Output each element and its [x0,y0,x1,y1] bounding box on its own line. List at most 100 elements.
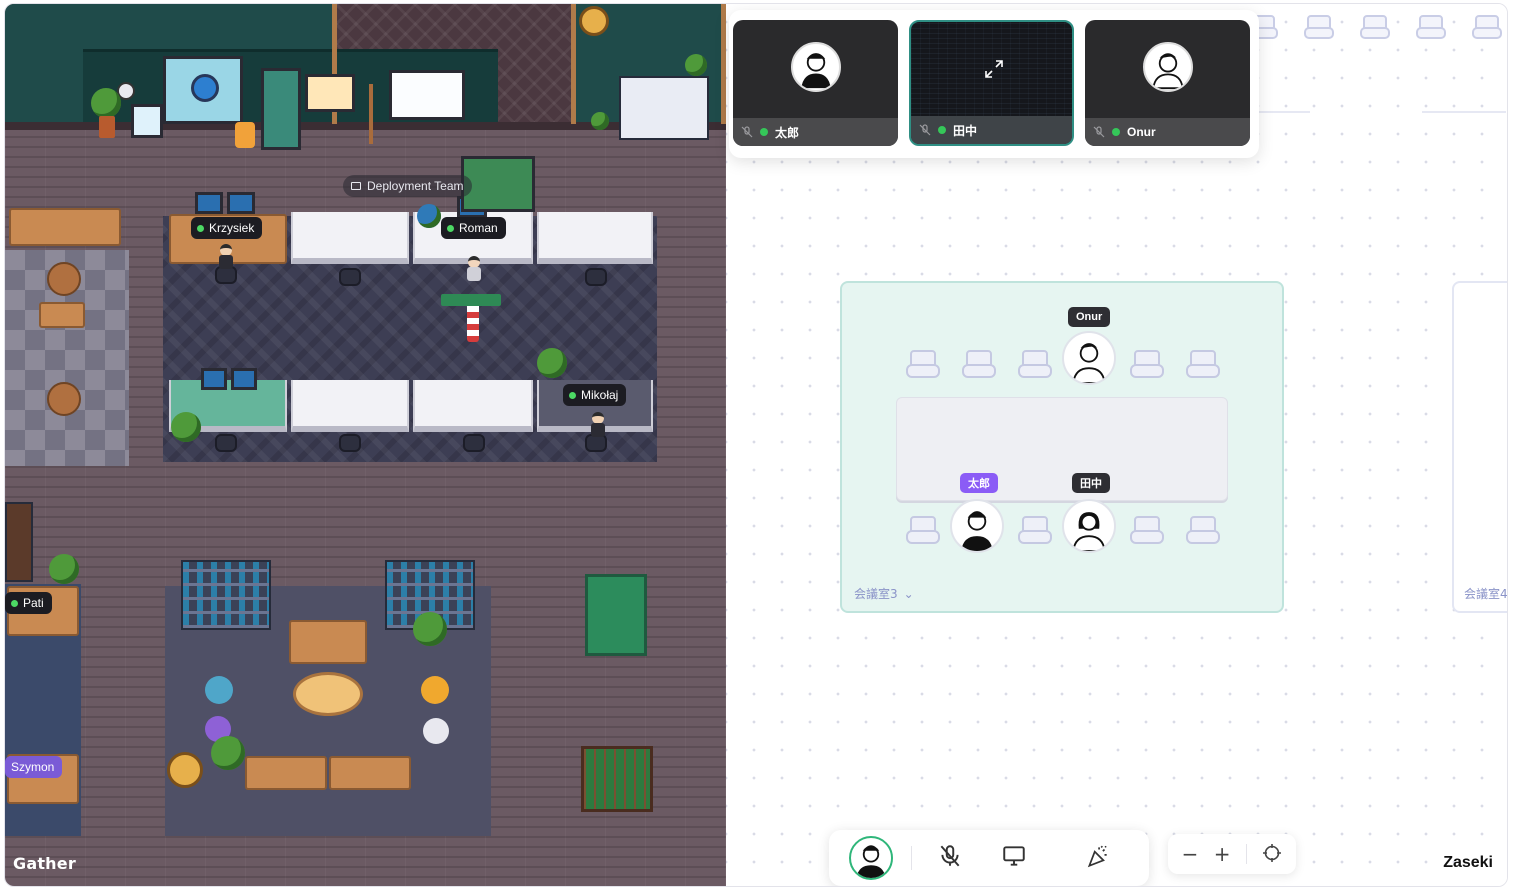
player-avatar[interactable] [465,256,483,282]
seat-icon[interactable] [1016,345,1054,383]
mic-off-icon [919,124,931,136]
office-chair[interactable] [339,268,361,286]
online-status-icon [938,126,946,134]
my-avatar-button[interactable] [849,836,893,880]
beanbag [421,676,449,704]
plant [91,88,121,118]
seated-user-avatar[interactable] [1062,499,1116,553]
app-frame: Deployment Team Krzysiek Roman Mikołaj P… [4,3,1508,887]
desk[interactable] [537,212,653,264]
foosball-table[interactable] [581,746,653,812]
beam [571,4,576,124]
video-tile[interactable]: Onur [1085,20,1250,146]
seated-user-label: 田中 [1072,473,1110,493]
seat-icon[interactable] [904,345,942,383]
divider [1245,844,1247,864]
video-tile[interactable]: 太郎 [733,20,898,146]
screen-share-button[interactable] [994,838,1034,878]
desk[interactable] [291,380,409,432]
expand-icon[interactable] [983,58,1005,80]
video-tile-name: 田中 [953,123,978,138]
player-avatar[interactable] [217,244,235,270]
ping-pong-table[interactable] [585,574,647,656]
mic-off-icon [937,843,963,873]
office-chair[interactable] [585,268,607,286]
screen-share-icon [1001,843,1027,873]
zaseki-canvas[interactable]: 太郎 田中 Onur Onur 太郎 田中 会議室3 ⌄ 会議室4 − + Za… [726,4,1507,886]
sofa [9,208,121,246]
seat-icon[interactable] [1184,511,1222,549]
zoom-in-button[interactable]: + [1214,844,1231,864]
online-status-icon [760,128,768,136]
player-avatar[interactable] [589,412,607,438]
office-chair[interactable] [215,434,237,452]
desk[interactable] [413,380,533,432]
player-tag-szymon[interactable]: Szymon [5,756,63,778]
sofa [329,756,411,790]
divider [911,846,912,870]
seated-user-avatar[interactable] [950,499,1004,553]
seat-icon[interactable] [904,511,942,549]
sofa [245,756,327,790]
seat-icon[interactable] [1128,511,1166,549]
seat-icon[interactable] [1016,511,1054,549]
player-tag-pati[interactable]: Pati [5,592,52,614]
plant [413,612,447,646]
zoom-controls: − + [1168,834,1296,874]
round-table [47,262,81,296]
desk[interactable] [291,212,409,264]
lamp [235,122,255,148]
plant [685,54,707,76]
room-name-dropdown[interactable]: 会議室3 ⌄ [854,585,914,602]
seat-icon[interactable] [1358,10,1392,44]
room-name: 会議室3 [854,587,898,601]
recenter-icon[interactable] [1262,843,1282,866]
seat-icon[interactable] [1184,345,1222,383]
office-chair[interactable] [339,434,361,452]
room-border-line [1422,111,1506,113]
online-status-icon [11,599,18,607]
mic-toggle-button[interactable] [930,838,970,878]
poster [305,74,355,112]
player-tag-krzysiek[interactable]: Krzysiek [191,217,263,239]
zoom-out-button[interactable]: − [1182,844,1199,864]
plant-pot [99,116,115,138]
avatar [1143,42,1193,92]
plant [591,112,609,130]
seat-icon[interactable] [1302,10,1336,44]
seat-icon[interactable] [1414,10,1448,44]
globe-icon [191,74,219,102]
meeting-room[interactable]: 会議室4 [1452,281,1507,613]
gather-map[interactable]: Deployment Team Krzysiek Roman Mikołaj P… [5,4,726,886]
monitor [231,368,257,390]
top-room-seats [1246,10,1504,44]
gong-icon [167,752,203,788]
online-status-icon [1112,128,1120,136]
reaction-button[interactable] [1078,838,1118,878]
seat-icon[interactable] [1470,10,1504,44]
video-tile-name: 太郎 [775,125,800,140]
seat-icon[interactable] [1128,345,1166,383]
bookshelf [181,560,271,630]
seat-icon[interactable] [960,345,998,383]
online-status-icon [569,391,576,399]
office-chair[interactable] [463,434,485,452]
bookshelf [5,502,33,582]
player-tag-mikolaj[interactable]: Mikołaj [563,384,627,406]
player-tag-roman[interactable]: Roman [441,217,506,239]
gather-logo: Gather [13,854,76,873]
plant [49,554,79,584]
video-tile-screen-share[interactable]: 田中 [909,20,1074,146]
plant [171,412,201,442]
seated-user-label: Onur [1068,307,1111,327]
seated-user-avatar[interactable] [1062,331,1116,385]
meeting-room[interactable]: Onur 太郎 田中 会議室3 ⌄ [840,281,1284,613]
beanbag [423,718,449,744]
avatar [791,42,841,92]
monitor [195,192,223,214]
area-label-deployment-team: Deployment Team [343,175,472,197]
video-tile-name: Onur [1127,125,1156,139]
plant [537,348,567,378]
reaction-icon [1085,843,1111,873]
bottom-toolbar [829,830,1149,886]
